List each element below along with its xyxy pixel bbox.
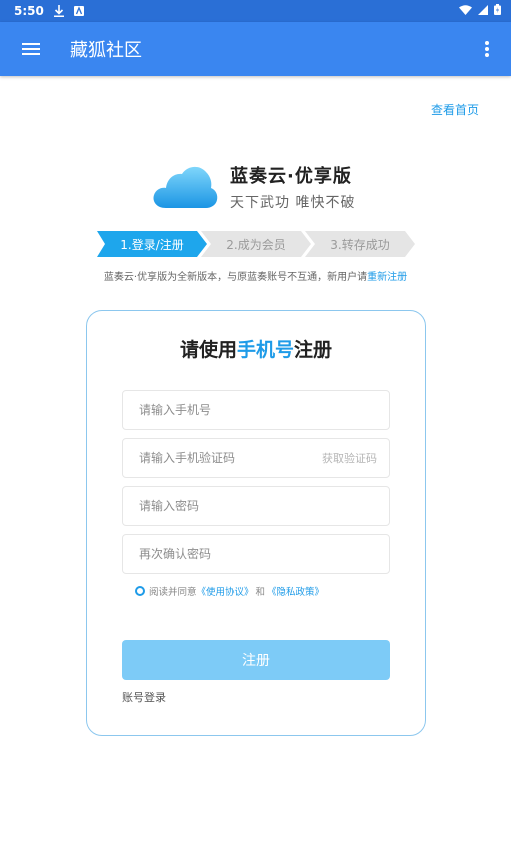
step-3: 3.转存成功: [305, 231, 415, 257]
status-bar: 5:50: [0, 0, 511, 22]
password-input[interactable]: [137, 498, 311, 514]
step-indicator: 1.登录/注册 2.成为会员 3.转存成功: [97, 231, 417, 257]
get-code-button[interactable]: 获取验证码: [322, 450, 377, 466]
code-field[interactable]: 获取验证码: [122, 438, 390, 478]
app-bar: 藏狐社区: [0, 22, 511, 76]
agree-and: 和: [255, 587, 266, 598]
view-home-link[interactable]: 查看首页: [431, 101, 479, 118]
cloud-logo-icon: [153, 166, 218, 208]
brand-slogan: 天下武功 唯快不破: [230, 195, 356, 211]
phone-input[interactable]: [137, 402, 311, 418]
register-button[interactable]: 注册: [122, 640, 390, 680]
app-title: 藏狐社区: [70, 40, 142, 61]
more-options-icon[interactable]: [485, 39, 489, 59]
step-3-label: 3.转存成功: [330, 237, 390, 252]
step-2-label: 2.成为会员: [226, 237, 286, 252]
agree-prefix: 阅读并同意: [149, 587, 197, 598]
account-login-link[interactable]: 账号登录: [122, 689, 166, 705]
app-notification-icon: [73, 6, 84, 16]
password-field[interactable]: [122, 486, 390, 526]
phone-field[interactable]: [122, 390, 390, 430]
notice-text: 蓝奏云·优享版为全新版本，与原蓝奏账号不互通，新用户请: [103, 272, 368, 283]
battery-icon: [494, 4, 501, 18]
form-title-suffix: 注册: [294, 339, 333, 361]
agree-radio[interactable]: [135, 586, 145, 596]
menu-icon[interactable]: [22, 40, 40, 58]
form-title: 请使用手机号注册: [87, 335, 425, 362]
status-time: 5:50: [14, 4, 44, 18]
confirm-password-field[interactable]: [122, 534, 390, 574]
signal-icon: [478, 4, 488, 18]
form-title-highlight: 手机号: [236, 339, 294, 361]
step-1: 1.登录/注册: [97, 231, 207, 257]
privacy-link[interactable]: 《隐私政策》: [267, 584, 324, 598]
wifi-icon: [459, 4, 472, 18]
form-title-prefix: 请使用: [179, 339, 237, 361]
version-notice: 蓝奏云·优享版为全新版本，与原蓝奏账号不互通，新用户请重新注册: [0, 268, 511, 283]
download-icon: [53, 5, 64, 17]
agreement-row: 阅读并同意 《使用协议》 和 《隐私政策》: [135, 584, 324, 598]
register-card: 请使用手机号注册 获取验证码 阅读并同意 《使用协议》 和 《隐私政策》 注册 …: [86, 310, 426, 736]
terms-link[interactable]: 《使用协议》: [197, 584, 254, 598]
brand-name: 蓝奏云·优享版: [230, 166, 352, 187]
re-register-link[interactable]: 重新注册: [367, 272, 407, 283]
brand-header: 蓝奏云·优享版 天下武功 唯快不破: [152, 158, 412, 218]
confirm-password-input[interactable]: [137, 546, 311, 562]
verification-code-input[interactable]: [137, 450, 311, 466]
step-1-label: 1.登录/注册: [120, 237, 184, 252]
step-2: 2.成为会员: [201, 231, 311, 257]
